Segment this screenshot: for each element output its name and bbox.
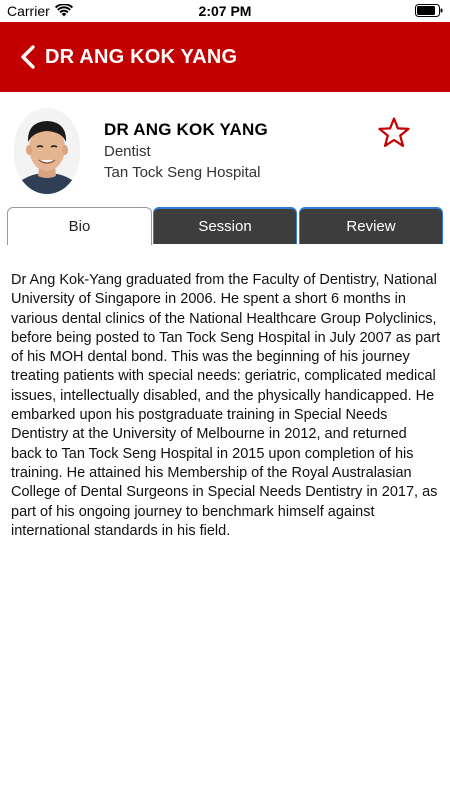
chevron-left-icon <box>21 45 35 69</box>
doctor-name: DR ANG KOK YANG <box>104 120 268 139</box>
back-button[interactable] <box>18 44 40 70</box>
doctor-hospital: Tan Tock Seng Hospital <box>104 164 261 181</box>
navigation-header: DR ANG KOK YANG <box>0 22 450 92</box>
clock-time: 2:07 PM <box>198 3 252 19</box>
profile-tabs: Bio Session Review <box>7 207 443 245</box>
doctor-profile-card: DR ANG KOK YANG Dentist Tan Tock Seng Ho… <box>0 92 450 204</box>
tab-bio[interactable]: Bio <box>7 207 152 245</box>
page-title: DR ANG KOK YANG <box>45 46 238 68</box>
avatar <box>14 108 80 194</box>
tab-review-label: Review <box>346 218 396 235</box>
tab-session[interactable]: Session <box>153 207 297 244</box>
tab-session-label: Session <box>198 218 252 235</box>
doctor-profile-screen: Carrier 2:07 PM DR ANG KOK YANG DR ANG K… <box>0 0 450 800</box>
tab-bio-label: Bio <box>68 218 91 235</box>
tab-review[interactable]: Review <box>299 207 443 244</box>
status-bar: Carrier 2:07 PM <box>0 0 450 22</box>
doctor-specialty: Dentist <box>104 143 151 160</box>
favorite-button[interactable] <box>377 116 411 150</box>
bio-text: Dr Ang Kok-Yang graduated from the Facul… <box>11 272 441 539</box>
star-outline-icon <box>378 117 410 147</box>
battery-icon <box>415 4 443 20</box>
